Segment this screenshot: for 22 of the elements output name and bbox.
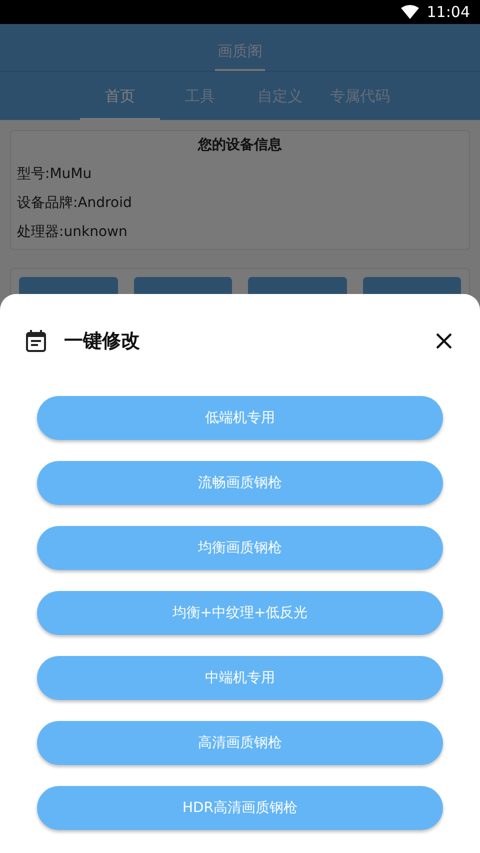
preset-button[interactable]: 高清画质钢枪 [37,721,443,765]
card-title: 您的设备信息 [196,136,283,154]
clock-time: 11:04 [426,3,470,21]
sheet-title: 一键修改 [64,329,141,354]
preset-button[interactable]: HDR高清画质钢枪 [37,786,443,830]
menu-tile[interactable] [248,277,346,294]
info-line: 设备品牌:Android [17,194,133,213]
menu-tile[interactable] [134,277,232,294]
preset-button[interactable]: 低端机专用 [37,396,443,440]
close-button[interactable] [434,331,454,351]
info-line: 处理器:unknown [17,223,128,242]
preset-button[interactable]: 均衡+中纹理+低反光 [37,591,443,635]
preset-button[interactable]: 中端机专用 [37,656,443,700]
app-title: 画质阁 [215,42,265,71]
menu-tile[interactable] [19,277,118,294]
preset-button[interactable]: 均衡画质钢枪 [37,526,443,570]
calendar-icon [26,330,46,352]
nav-tab[interactable]: 首页 [80,72,160,120]
wifi-icon [400,5,419,19]
preset-button[interactable]: 流畅画质钢枪 [37,461,443,505]
info-line: 型号:MuMu [17,165,93,184]
menu-tile[interactable] [362,277,461,294]
